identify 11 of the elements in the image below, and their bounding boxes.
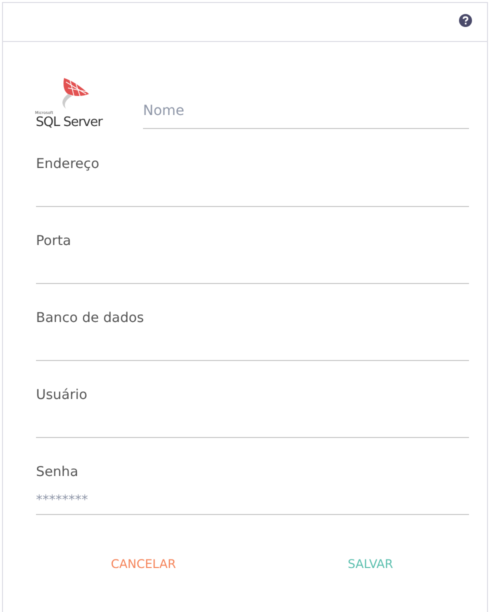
help-icon[interactable] (459, 14, 472, 27)
name-field[interactable]: Nome (143, 95, 469, 129)
field-label: Porta (36, 232, 72, 250)
cancel-button[interactable]: CANCELAR (100, 551, 186, 577)
logo-text: SQL Server (36, 115, 102, 130)
field-label: Usuário (36, 386, 88, 404)
input-field[interactable]: ******** (36, 489, 469, 515)
field-label: Banco de dados (36, 309, 145, 327)
field-label: Endereço (36, 155, 100, 173)
field-label: Senha (36, 463, 80, 481)
save-button[interactable]: SALVAR (338, 551, 404, 577)
